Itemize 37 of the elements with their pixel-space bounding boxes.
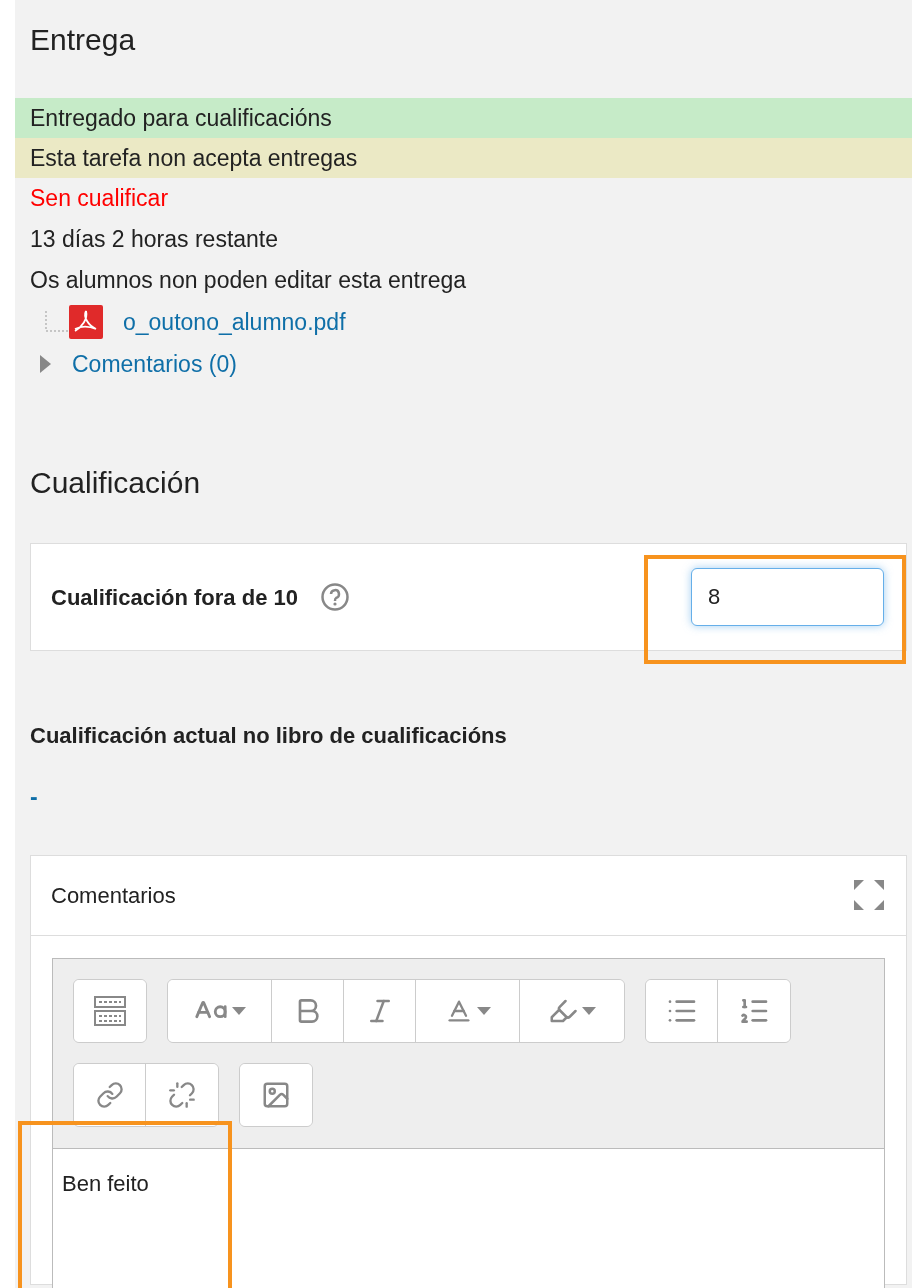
toolbar-toggle-button[interactable] xyxy=(74,979,146,1042)
link-icon xyxy=(95,1080,124,1109)
bold-button[interactable] xyxy=(272,979,344,1042)
grade-input[interactable]: 8 xyxy=(691,568,884,626)
comments-link[interactable]: Comentarios (0) xyxy=(72,346,237,382)
grade-label: Cualificación fora de 10 xyxy=(51,583,298,612)
unlink-icon xyxy=(168,1080,196,1109)
help-icon[interactable] xyxy=(319,582,350,612)
grading-status: Sen cualificar xyxy=(29,184,170,214)
text-color-button[interactable] xyxy=(416,979,520,1042)
caret-icon xyxy=(231,1006,246,1015)
editor-textarea[interactable]: Ben feito xyxy=(53,1147,884,1288)
feedback-title: Comentarios xyxy=(51,881,176,910)
link-button[interactable] xyxy=(74,1063,146,1126)
font-size-button[interactable] xyxy=(168,979,272,1042)
time-remaining: 13 días 2 horas restante xyxy=(29,225,280,255)
collapsed-icon[interactable] xyxy=(38,355,52,373)
numbered-list-button[interactable] xyxy=(718,979,790,1042)
bullet-list-button[interactable] xyxy=(646,979,718,1042)
status-text: Esta tarefa non acepta entregas xyxy=(15,138,912,178)
italic-button[interactable] xyxy=(344,979,416,1042)
status-text: Entregado para cualificacións xyxy=(15,98,912,138)
image-button[interactable] xyxy=(240,1063,312,1126)
current-grade-label: Cualificación actual no libro de cualificacións xyxy=(29,722,508,750)
editing-note: Os alumnos non poden editar esta entrega xyxy=(29,266,467,296)
fullscreen-icon[interactable] xyxy=(852,878,886,912)
section-heading: Cualificación xyxy=(29,465,202,501)
caret-icon xyxy=(476,1006,491,1015)
current-grade-value: - xyxy=(29,783,39,812)
toolbar-toggle-icon xyxy=(93,994,127,1027)
caret-icon xyxy=(582,1006,596,1015)
tree-line-icon xyxy=(45,311,69,333)
highlight-button[interactable] xyxy=(520,979,624,1042)
file-link[interactable]: o_outono_alumno.pdf xyxy=(123,304,346,340)
section-heading: Entrega xyxy=(29,22,137,58)
pdf-file-icon xyxy=(69,305,103,339)
unlink-button[interactable] xyxy=(146,1063,218,1126)
